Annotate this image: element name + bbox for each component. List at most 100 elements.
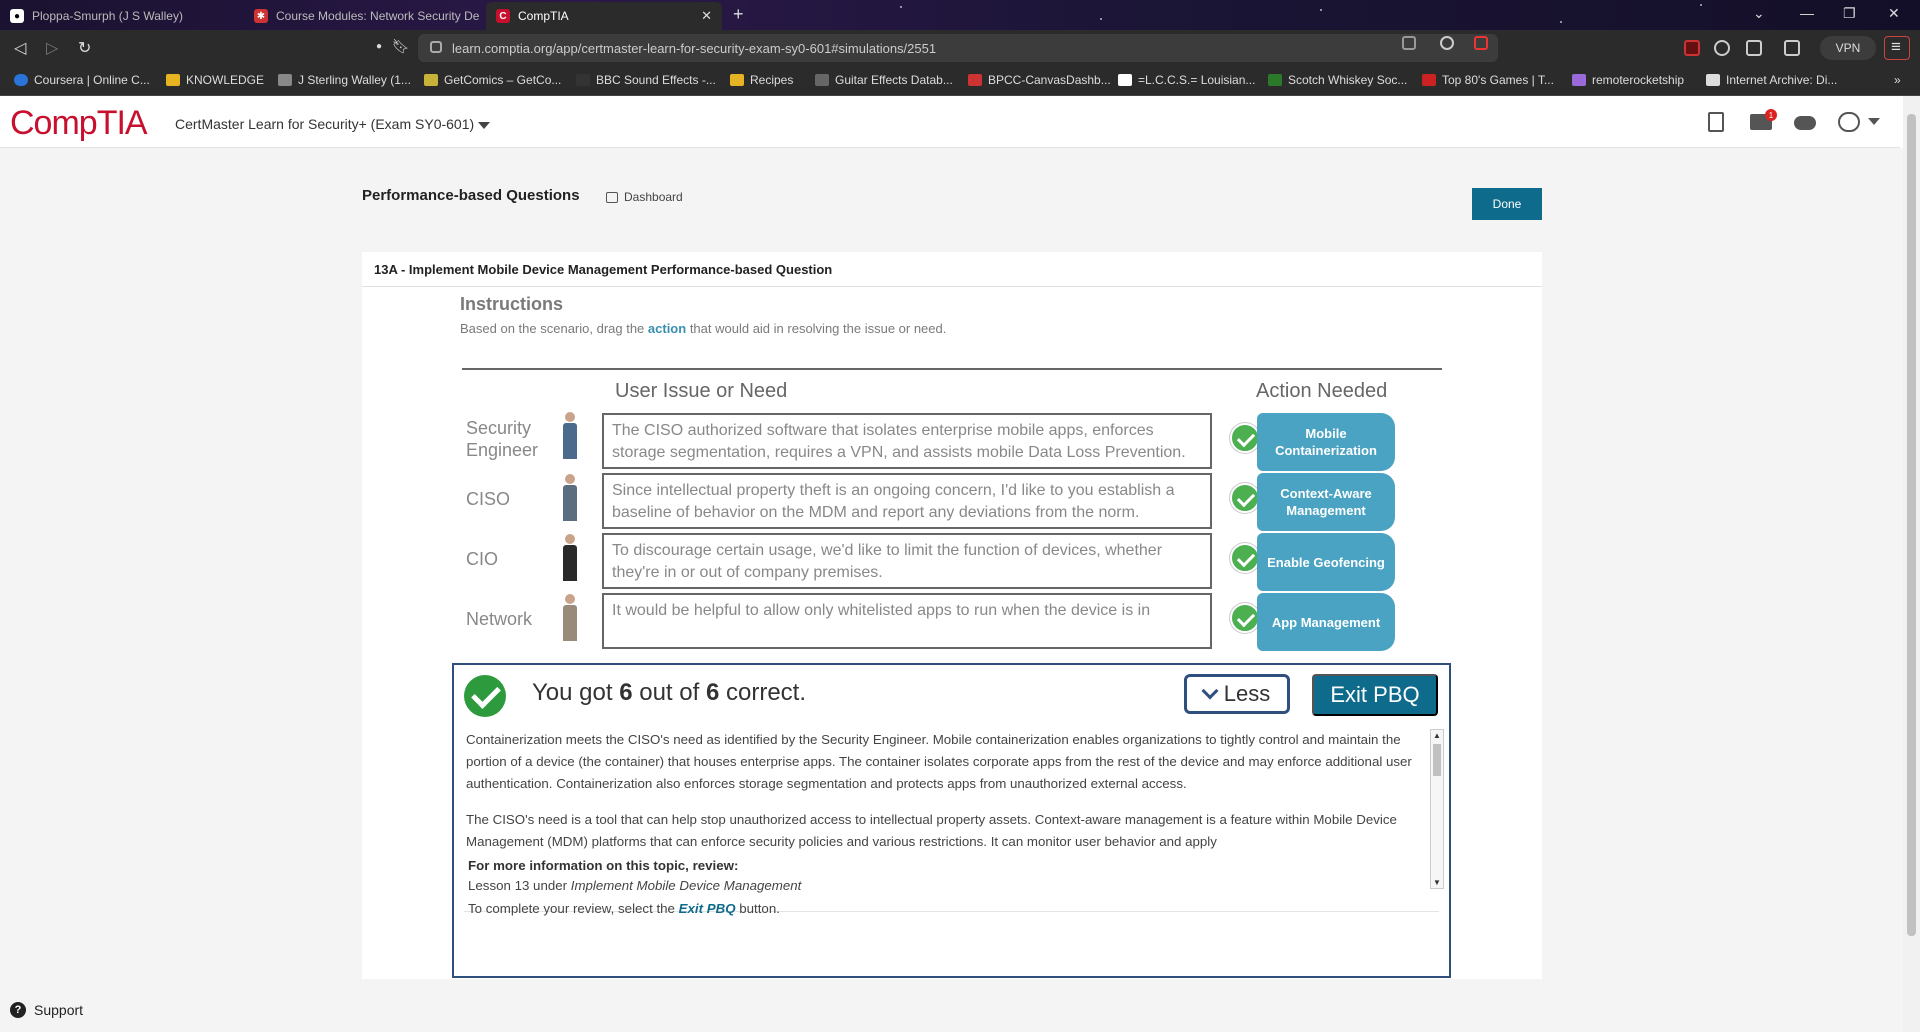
forward-icon[interactable]: ▷ <box>46 38 58 58</box>
support-link[interactable]: ? Support <box>10 1002 83 1018</box>
tab-canvas[interactable]: ✱ Course Modules: Network Security De <box>244 2 484 30</box>
bookmark-icon[interactable]: 🔖︎ <box>392 38 410 55</box>
notification-badge: 1 <box>1765 109 1777 121</box>
brave-shield-icon[interactable] <box>1440 36 1454 50</box>
issue-bubble: Since intellectual property theft is an … <box>602 473 1212 529</box>
divider <box>362 286 1542 287</box>
guitar-icon <box>815 74 829 86</box>
whiskey-icon <box>1268 74 1282 86</box>
page-scrollbar[interactable] <box>1903 96 1920 1032</box>
puzzle-icon[interactable] <box>1714 40 1730 56</box>
user-avatar-icon[interactable] <box>1838 112 1860 132</box>
close-window-icon[interactable]: ✕ <box>1888 5 1900 22</box>
explanation-scrollbar[interactable]: ▲ ▼ <box>1430 729 1444 889</box>
person-icon <box>562 534 578 581</box>
browser-tab-bar: ● Ploppa-Smurph (J S Walley) ✱ Course Mo… <box>0 0 1920 30</box>
restore-icon[interactable]: ❐ <box>1843 5 1856 22</box>
tab-github[interactable]: ● Ploppa-Smurph (J S Walley) <box>0 2 242 30</box>
new-tab-icon[interactable]: + <box>733 4 744 25</box>
dashboard-link[interactable]: Dashboard <box>606 190 683 204</box>
bg-star <box>900 6 902 8</box>
cloud-icon[interactable] <box>1794 116 1816 130</box>
bookmark-label: KNOWLEDGE <box>186 73 265 87</box>
games-icon <box>1422 74 1436 86</box>
getcomics-icon <box>424 74 438 86</box>
explanation-paragraph: The CISO's need is a tool that can help … <box>466 812 1397 849</box>
bookmark-item[interactable]: Internet Archive: Di... <box>1706 73 1837 87</box>
bookmark-label: BPCC-CanvasDashb... <box>988 73 1111 87</box>
scrollbar-thumb[interactable] <box>1907 114 1916 936</box>
complete-suffix: button. <box>735 901 780 916</box>
lccs-icon <box>1118 74 1132 86</box>
bookmark-item[interactable]: KNOWLEDGE <box>166 73 264 87</box>
reload-icon[interactable]: ↻ <box>78 38 91 58</box>
sidebar-icon[interactable] <box>1746 40 1762 56</box>
folder-icon <box>166 74 180 86</box>
tab-comptia[interactable]: C CompTIA ✕ <box>486 2 722 30</box>
bbc-icon <box>576 74 590 86</box>
minimize-icon[interactable]: — <box>1800 5 1814 21</box>
comptia-logo[interactable]: CompTIA <box>10 104 148 143</box>
dashboard-icon <box>606 191 618 203</box>
back-icon[interactable]: ◁ <box>14 38 26 58</box>
column-header-issue: User Issue or Need <box>615 380 788 402</box>
rocket-icon <box>1572 74 1586 86</box>
share-icon[interactable] <box>1402 36 1416 50</box>
bookmark-item[interactable]: BBC Sound Effects -... <box>576 73 716 87</box>
less-label: Less <box>1223 681 1271 706</box>
app-header: CompTIA CertMaster Learn for Security+ (… <box>0 96 1900 148</box>
bookmark-item[interactable]: BPCC-CanvasDashb... <box>968 73 1111 87</box>
bookmark-item[interactable]: Guitar Effects Datab... <box>815 73 953 87</box>
action-tile[interactable]: Mobile Containerization <box>1257 413 1395 471</box>
page-title: Performance-based Questions <box>362 187 580 204</box>
issue-bubble: To discourage certain usage, we'd like t… <box>602 533 1212 589</box>
bookmark-item[interactable]: Top 80's Games | T... <box>1422 73 1554 87</box>
browser-toolbar: ◁ ▷ ↻ ● 🔖︎ learn.comptia.org/app/certmas… <box>0 30 1920 66</box>
github-icon: ● <box>10 9 24 23</box>
bookmark-item[interactable]: Scotch Whiskey Soc... <box>1268 73 1407 87</box>
chevron-down-icon <box>1201 682 1219 700</box>
lesson-topic: Implement Mobile Device Management <box>570 878 802 893</box>
scroll-down-icon[interactable]: ▼ <box>1433 878 1441 887</box>
bookmark-item[interactable]: remoterocketship <box>1572 73 1684 87</box>
instructions-heading: Instructions <box>460 294 564 314</box>
close-tab-icon[interactable]: ✕ <box>701 8 712 24</box>
support-label: Support <box>34 1002 84 1018</box>
site-info-icon[interactable] <box>430 41 442 53</box>
bg-star <box>1320 9 1322 11</box>
menu-icon[interactable] <box>1884 36 1910 60</box>
wallet-icon[interactable] <box>1784 40 1800 56</box>
action-tile[interactable]: Enable Geofencing <box>1257 533 1395 591</box>
bookmark-item[interactable]: J Sterling Walley (1... <box>278 73 411 87</box>
instructions-prefix: Based on the scenario, drag the <box>460 321 648 336</box>
lesson-prefix: Lesson 13 under <box>468 878 571 893</box>
course-selector[interactable]: CertMaster Learn for Security+ (Exam SY0… <box>175 116 491 132</box>
more-bookmarks-icon[interactable]: » <box>1894 73 1901 87</box>
less-button[interactable]: Less <box>1184 674 1290 714</box>
folder-icon <box>730 74 744 86</box>
complete-prefix: To complete your review, select the <box>468 901 679 916</box>
row-role: Security Engineer <box>466 418 539 460</box>
rewards-icon[interactable] <box>1474 36 1488 50</box>
done-button[interactable]: Done <box>1472 188 1542 220</box>
canvas-icon <box>968 74 982 86</box>
vpn-button[interactable]: VPN <box>1820 36 1876 60</box>
address-bar[interactable]: learn.comptia.org/app/certmaster-learn-f… <box>418 34 1498 62</box>
chevron-down-icon[interactable] <box>1868 118 1880 125</box>
score-suffix: correct. <box>719 679 806 706</box>
bookmark-item[interactable]: GetComics – GetCo... <box>424 73 561 87</box>
exit-pbq-link[interactable]: Exit PBQ <box>679 901 736 916</box>
action-tile[interactable]: App Management <box>1257 593 1395 651</box>
scroll-up-icon[interactable]: ▲ <box>1433 731 1441 740</box>
bookmark-item[interactable]: Coursera | Online C... <box>14 73 150 87</box>
bookmark-item[interactable]: Recipes <box>730 73 793 87</box>
tab-search-icon[interactable]: ⌄ <box>1753 5 1765 22</box>
action-tile[interactable]: Context-Aware Management <box>1257 473 1395 531</box>
bookmark-label: Internet Archive: Di... <box>1726 73 1838 87</box>
dot-icon: ● <box>376 41 383 52</box>
bookmark-item[interactable]: =L.C.C.S.= Louisian... <box>1118 73 1255 87</box>
extension-icon[interactable] <box>1684 40 1700 56</box>
exit-pbq-button[interactable]: Exit PBQ <box>1312 674 1438 716</box>
scrollbar-thumb[interactable] <box>1433 744 1441 776</box>
notes-icon[interactable] <box>1708 112 1724 132</box>
